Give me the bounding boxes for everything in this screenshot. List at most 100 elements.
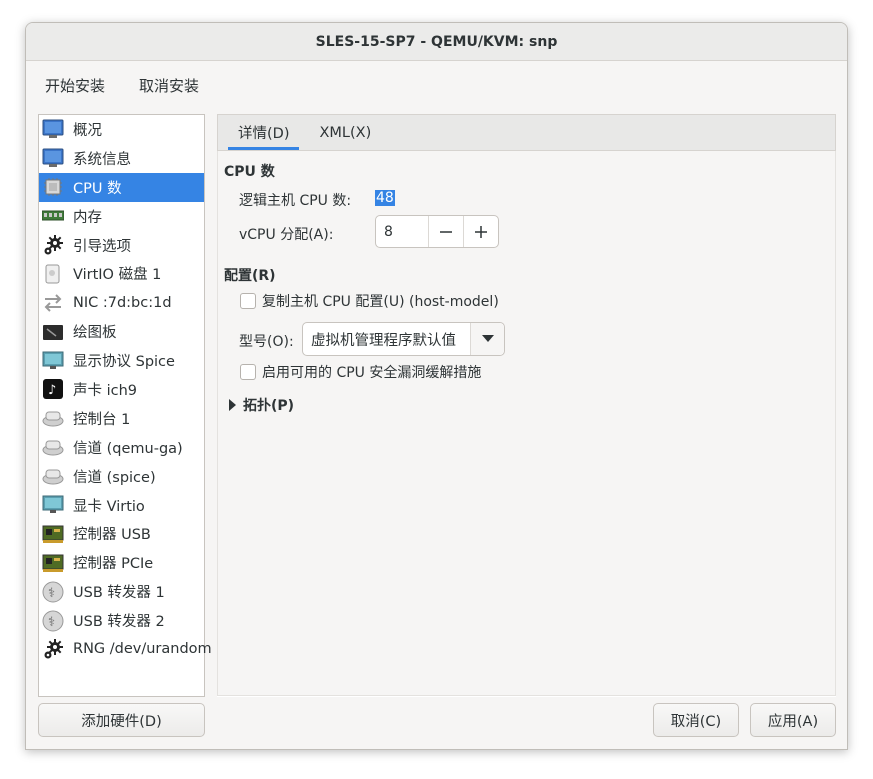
model-dropdown-button[interactable] bbox=[470, 323, 504, 355]
cancel-install-button[interactable]: 取消安装 bbox=[128, 69, 210, 102]
sidebar-item[interactable]: 绘图板 bbox=[39, 317, 204, 346]
sidebar-item[interactable]: 控制器 USB bbox=[39, 519, 204, 548]
sidebar-item[interactable]: ♪ 声卡 ich9 bbox=[39, 375, 204, 404]
sound-card-icon: ♪ bbox=[41, 378, 65, 400]
copy-host-cpu-row[interactable]: 复制主机 CPU 配置(U) (host-model) bbox=[240, 291, 499, 311]
tab-xml[interactable]: XML(X) bbox=[309, 115, 381, 150]
sidebar-item-label: 控制台 1 bbox=[73, 411, 131, 428]
vcpu-label: vCPU 分配(A): bbox=[239, 227, 334, 243]
sidebar-item-label: 系统信息 bbox=[73, 151, 131, 168]
sidebar-item[interactable]: 控制台 1 bbox=[39, 404, 204, 433]
sidebar-item-label: 引导选项 bbox=[73, 238, 131, 255]
sidebar-item-label: 控制器 PCIe bbox=[73, 556, 154, 573]
controller-card-icon bbox=[41, 523, 65, 545]
copy-host-cpu-label: 复制主机 CPU 配置(U) (host-model) bbox=[262, 294, 499, 310]
sidebar-item-label: RNG /dev/urandom bbox=[73, 641, 212, 658]
decrement-button[interactable] bbox=[428, 216, 463, 247]
sidebar-item-label: 内存 bbox=[73, 209, 102, 226]
sidebar-item-label: 声卡 ich9 bbox=[73, 382, 138, 399]
gear-icon bbox=[41, 638, 65, 660]
sidebar-item-label: 绘图板 bbox=[73, 325, 117, 342]
sidebar-item-label: 信道 (spice) bbox=[73, 469, 156, 486]
cpu-mitigation-label: 启用可用的 CPU 安全漏洞缓解措施 bbox=[262, 365, 482, 381]
sidebar-item[interactable]: 引导选项 bbox=[39, 231, 204, 260]
cpu-mitigation-row[interactable]: 启用可用的 CPU 安全漏洞缓解措施 bbox=[240, 362, 481, 382]
vcpu-spinbutton[interactable]: 8 bbox=[375, 215, 499, 248]
display-icon bbox=[41, 350, 65, 372]
sidebar-item[interactable]: 信道 (spice) bbox=[39, 462, 204, 491]
sidebar-item[interactable]: ⚕ USB 转发器 1 bbox=[39, 577, 204, 606]
sidebar-item[interactable]: CPU 数 bbox=[39, 172, 204, 202]
details-pane: 详情(D) XML(X) CPU 数 逻辑主机 CPU 数: 48 vCPU 分… bbox=[217, 114, 836, 697]
tab-bar: 详情(D) XML(X) bbox=[217, 114, 836, 151]
svg-text:⚕: ⚕ bbox=[48, 615, 55, 630]
disk-icon bbox=[41, 263, 65, 285]
sidebar-item[interactable]: 内存 bbox=[39, 202, 204, 231]
monitor-icon bbox=[41, 147, 65, 169]
sidebar-item-label: 显卡 Virtio bbox=[73, 498, 145, 515]
sidebar-item-label: USB 转发器 2 bbox=[73, 614, 165, 631]
cancel-button[interactable]: 取消(C) bbox=[653, 703, 739, 737]
usb-redirect-icon: ⚕ bbox=[41, 581, 65, 603]
sidebar-item[interactable]: 信道 (qemu-ga) bbox=[39, 433, 204, 462]
serial-device-icon bbox=[41, 465, 65, 487]
svg-text:♪: ♪ bbox=[48, 383, 56, 398]
sidebar-item-label: VirtIO 磁盘 1 bbox=[73, 267, 162, 284]
sidebar-item-label: CPU 数 bbox=[73, 180, 122, 197]
increment-button[interactable] bbox=[463, 216, 498, 247]
expander-arrow-icon bbox=[229, 399, 236, 411]
topology-label: 拓扑(P) bbox=[243, 398, 295, 414]
config-section-title: 配置(R) bbox=[224, 268, 276, 284]
chevron-down-icon bbox=[481, 335, 494, 342]
sidebar-item[interactable]: NIC :7d:bc:1d bbox=[39, 288, 204, 317]
vcpu-value[interactable]: 8 bbox=[376, 216, 428, 247]
svg-text:⚕: ⚕ bbox=[48, 586, 55, 601]
cpu-section-title: CPU 数 bbox=[224, 164, 275, 180]
sidebar-item[interactable]: VirtIO 磁盘 1 bbox=[39, 259, 204, 288]
sidebar-item-label: 显示协议 Spice bbox=[73, 354, 175, 371]
cpu-chip-icon bbox=[41, 176, 65, 198]
minus-icon bbox=[440, 230, 452, 233]
monitor-icon bbox=[41, 118, 65, 140]
model-label: 型号(O): bbox=[239, 334, 294, 350]
model-combobox[interactable]: 虚拟机管理程序默认值 bbox=[302, 322, 505, 356]
hardware-list[interactable]: 概况系统信息 CPU 数内存引导选项 VirtIO 磁盘 1 NIC :7d:bc:1… bbox=[38, 114, 212, 697]
serial-device-icon bbox=[41, 436, 65, 458]
sidebar-item-label: USB 转发器 1 bbox=[73, 585, 165, 602]
sidebar-item[interactable]: ⚕ USB 转发器 2 bbox=[39, 606, 204, 635]
sidebar-item[interactable]: RNG /dev/urandom bbox=[39, 635, 212, 664]
title-bar: SLES-15-SP7 - QEMU/KVM: snp bbox=[26, 23, 847, 61]
tablet-icon bbox=[41, 321, 65, 343]
sidebar-item-label: 信道 (qemu-ga) bbox=[73, 440, 183, 457]
serial-device-icon bbox=[41, 407, 65, 429]
sidebar-item[interactable]: 系统信息 bbox=[39, 144, 204, 173]
sidebar-item[interactable]: 概况 bbox=[39, 115, 204, 144]
controller-card-icon bbox=[41, 552, 65, 574]
sidebar-item-label: 控制器 USB bbox=[73, 527, 151, 544]
menu-bar: 开始安装 取消安装 bbox=[26, 61, 847, 109]
sidebar-item[interactable]: 显示协议 Spice bbox=[39, 346, 204, 375]
memory-icon bbox=[41, 205, 65, 227]
begin-install-button[interactable]: 开始安装 bbox=[34, 69, 116, 102]
sidebar-item[interactable]: 显卡 Virtio bbox=[39, 491, 204, 520]
network-arrows-icon bbox=[41, 292, 65, 314]
tab-details[interactable]: 详情(D) bbox=[228, 115, 300, 150]
usb-redirect-icon: ⚕ bbox=[41, 610, 65, 632]
host-cpu-value: 48 bbox=[375, 190, 395, 206]
details-content: CPU 数 逻辑主机 CPU 数: 48 vCPU 分配(A): 8 配置(R)… bbox=[217, 151, 836, 696]
display-icon bbox=[41, 494, 65, 516]
host-cpu-label: 逻辑主机 CPU 数: bbox=[239, 193, 352, 209]
copy-host-cpu-checkbox[interactable] bbox=[240, 293, 256, 309]
model-value: 虚拟机管理程序默认值 bbox=[311, 332, 456, 349]
app-window: SLES-15-SP7 - QEMU/KVM: snp 开始安装 取消安装 概况… bbox=[25, 22, 848, 750]
gear-icon bbox=[41, 234, 65, 256]
topology-expander[interactable]: 拓扑(P) bbox=[228, 395, 294, 415]
add-hardware-button[interactable]: 添加硬件(D) bbox=[38, 703, 205, 737]
sidebar-item-label: NIC :7d:bc:1d bbox=[73, 294, 172, 311]
sidebar-item[interactable]: 控制器 PCIe bbox=[39, 548, 204, 577]
cpu-mitigation-checkbox[interactable] bbox=[240, 364, 256, 380]
plus-icon bbox=[475, 225, 487, 238]
sidebar-item-label: 概况 bbox=[73, 122, 102, 139]
apply-button[interactable]: 应用(A) bbox=[750, 703, 836, 737]
window-title: SLES-15-SP7 - QEMU/KVM: snp bbox=[315, 33, 558, 50]
